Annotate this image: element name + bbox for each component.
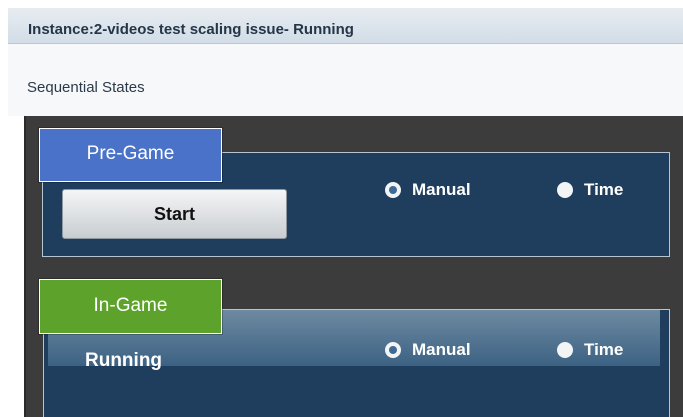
in-game-time-label[interactable]: Time	[584, 340, 623, 360]
pre-game-time-label[interactable]: Time	[584, 180, 623, 200]
pre-game-manual-label[interactable]: Manual	[412, 180, 471, 200]
in-game-status-text: Running	[85, 350, 163, 371]
section-title: Sequential States	[27, 79, 145, 96]
section-header: Sequential States	[8, 44, 683, 116]
state-tag-in-game: In-Game	[39, 279, 222, 334]
start-button[interactable]: Start	[62, 189, 287, 239]
pre-game-manual-radio[interactable]	[385, 182, 401, 198]
pre-game-time-radio[interactable]	[557, 182, 573, 198]
in-game-time-radio[interactable]	[557, 342, 573, 358]
window-titlebar: Instance:2-videos test scaling issue- Ru…	[8, 8, 683, 44]
state-tag-pre-game: Pre-Game	[39, 128, 222, 182]
in-game-manual-label[interactable]: Manual	[412, 340, 471, 360]
in-game-manual-radio[interactable]	[385, 342, 401, 358]
window-title: Instance:2-videos test scaling issue- Ru…	[28, 21, 354, 38]
